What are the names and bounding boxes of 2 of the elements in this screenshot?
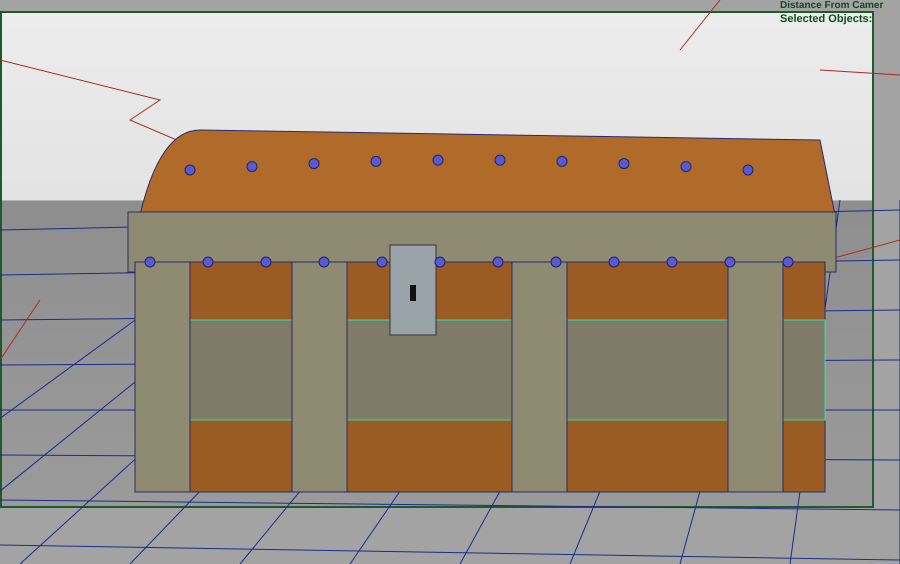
overlay-label: Distance From Camer (780, 0, 884, 13)
overlay-label: Selected Objects: (780, 12, 872, 27)
